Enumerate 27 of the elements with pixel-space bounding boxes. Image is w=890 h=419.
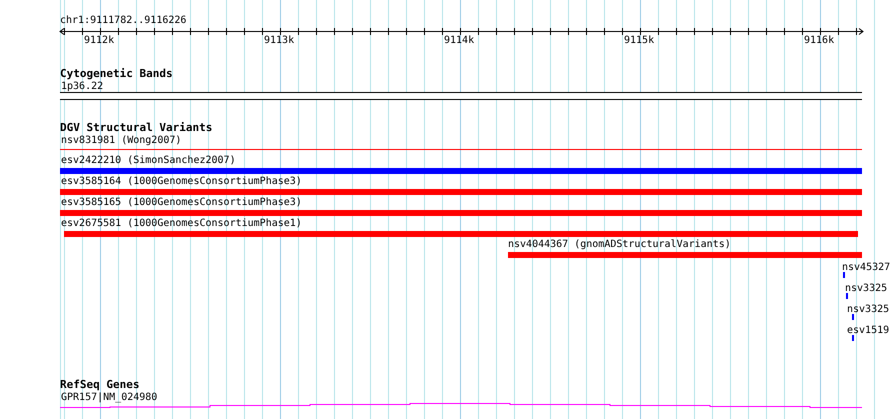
variant-label[interactable]: esv3585165 (1000GenomesConsortiumPhase3) <box>61 197 302 208</box>
gene-line[interactable] <box>60 403 862 409</box>
variant-label[interactable]: esv2675581 (1000GenomesConsortiumPhase1) <box>61 218 302 229</box>
ruler-tick-label: 9115k <box>624 35 654 46</box>
variant-bar[interactable] <box>60 210 862 216</box>
variant-label[interactable]: nsv3325 <box>845 283 888 294</box>
ruler-tick-label: 9113k <box>264 35 294 46</box>
variant-bar[interactable] <box>508 252 862 258</box>
location-label: chr1:9111782..9116226 <box>60 15 186 26</box>
variant-label[interactable]: nsv45327 <box>842 262 890 273</box>
variant-label[interactable]: esv2422210 (SimonSanchez2007) <box>61 155 236 166</box>
variant-label[interactable]: nsv831981 (Wong2007) <box>61 135 182 146</box>
variant-label[interactable]: esv3585164 (1000GenomesConsortiumPhase3) <box>61 176 302 187</box>
variant-bar[interactable] <box>60 168 862 174</box>
track-title: Cytogenetic Bands <box>60 68 173 80</box>
ruler-tick-label: 9114k <box>444 35 474 46</box>
variant-bar[interactable] <box>60 189 862 195</box>
track-title: DGV Structural Variants <box>60 122 212 134</box>
variant-label[interactable]: nsv3325 <box>847 304 890 315</box>
variant-label[interactable]: esv1519 <box>847 325 890 336</box>
track-title: RefSeq Genes <box>60 379 140 391</box>
gene-label[interactable]: GPR157|NM_024980 <box>61 392 158 403</box>
ruler-tick-label: 9112k <box>84 35 114 46</box>
variant-label[interactable]: nsv4044367 (gnomADStructuralVariants) <box>508 239 731 250</box>
variant-bar[interactable] <box>64 231 858 237</box>
ruler-tick-label: 9116k <box>804 35 834 46</box>
band-label: 1p36.22 <box>61 81 104 92</box>
